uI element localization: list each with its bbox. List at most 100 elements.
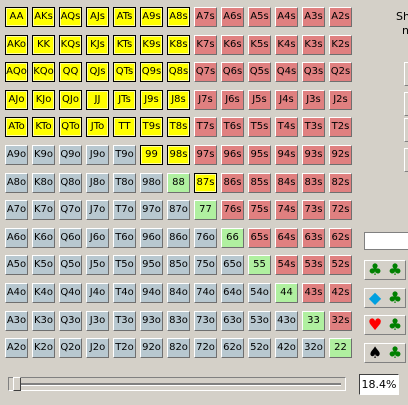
hand-cell[interactable]: Q8o (59, 173, 82, 193)
hand-cell[interactable]: A9o (5, 145, 28, 165)
hand-cell[interactable]: 54s (275, 255, 298, 275)
hand-cell[interactable]: Q5o (59, 255, 82, 275)
hand-cell[interactable]: T2o (113, 338, 136, 358)
hand-cell[interactable]: J4o (86, 283, 109, 303)
hand-cell[interactable]: 84o (167, 283, 190, 303)
hand-cell[interactable]: JTo (86, 117, 109, 137)
hand-cell[interactable]: KQo (32, 62, 55, 82)
hand-cell[interactable]: J7o (86, 200, 109, 220)
side-button-3[interactable] (404, 118, 408, 142)
hand-cell[interactable]: K7o (32, 200, 55, 220)
hand-cell[interactable]: 96s (221, 145, 244, 165)
hand-cell[interactable]: J4s (275, 90, 298, 110)
hand-cell[interactable]: 52o (248, 338, 271, 358)
hand-cell[interactable]: J3s (302, 90, 325, 110)
hand-cell[interactable]: K5s (248, 35, 271, 55)
hand-cell[interactable]: 53s (302, 255, 325, 275)
hand-cell[interactable]: 93o (140, 311, 163, 331)
hand-cell[interactable]: 44 (275, 283, 298, 303)
range-slider[interactable] (8, 377, 346, 391)
hand-cell[interactable]: JTs (113, 90, 136, 110)
hand-cell[interactable]: T8s (167, 117, 190, 137)
hand-cell[interactable]: KK (32, 35, 55, 55)
hand-cell[interactable]: K2o (32, 338, 55, 358)
hand-cell[interactable]: 92o (140, 338, 163, 358)
hand-cell[interactable]: 22 (329, 338, 352, 358)
hand-cell[interactable]: Q3o (59, 311, 82, 331)
hand-cell[interactable]: 87s (194, 173, 217, 193)
hand-cell[interactable]: A3o (5, 311, 28, 331)
hand-cell[interactable]: 94s (275, 145, 298, 165)
hand-cell[interactable]: A6o (5, 228, 28, 248)
suit-combo-button[interactable]: ♠ ♣ (364, 342, 406, 363)
hand-cell[interactable]: 86s (221, 173, 244, 193)
hand-cell[interactable]: K5o (32, 255, 55, 275)
hand-cell[interactable]: 32o (302, 338, 325, 358)
hand-cell[interactable]: Q3s (302, 62, 325, 82)
hand-cell[interactable]: 65s (248, 228, 271, 248)
hand-cell[interactable]: 72o (194, 338, 217, 358)
hand-cell[interactable]: K9o (32, 145, 55, 165)
hand-cell[interactable]: Q4o (59, 283, 82, 303)
hand-cell[interactable]: J2s (329, 90, 352, 110)
hand-cell[interactable]: 85o (167, 255, 190, 275)
hand-cell[interactable]: J7s (194, 90, 217, 110)
hand-cell[interactable]: T4s (275, 117, 298, 137)
hand-cell[interactable]: J9s (140, 90, 163, 110)
hand-cell[interactable]: K3o (32, 311, 55, 331)
hand-cell[interactable]: J8o (86, 173, 109, 193)
hand-cell[interactable]: Q2s (329, 62, 352, 82)
hand-cell[interactable]: 74o (194, 283, 217, 303)
hand-cell[interactable]: T9o (113, 145, 136, 165)
hand-cell[interactable]: A5o (5, 255, 28, 275)
hand-cell[interactable]: 62o (221, 338, 244, 358)
hand-cell[interactable]: J3o (86, 311, 109, 331)
hand-cell[interactable]: T4o (113, 283, 136, 303)
hand-cell[interactable]: 85s (248, 173, 271, 193)
hand-cell[interactable]: T6s (221, 117, 244, 137)
hand-cell[interactable]: AQs (59, 7, 82, 27)
hand-cell[interactable]: ATs (113, 7, 136, 27)
hand-cell[interactable]: KQs (59, 35, 82, 55)
hand-cell[interactable]: 42o (275, 338, 298, 358)
hand-cell[interactable]: AKs (32, 7, 55, 27)
hand-cell[interactable]: 97s (194, 145, 217, 165)
hand-cell[interactable]: A6s (221, 7, 244, 27)
hand-cell[interactable]: 88 (167, 173, 190, 193)
hand-cell[interactable]: ATo (5, 117, 28, 137)
hand-cell[interactable]: 97o (140, 200, 163, 220)
side-button-2[interactable] (404, 92, 408, 116)
hand-cell[interactable]: 63s (302, 228, 325, 248)
hand-cell[interactable]: KTo (32, 117, 55, 137)
hand-cell[interactable]: K9s (140, 35, 163, 55)
hand-cell[interactable]: Q9o (59, 145, 82, 165)
hand-cell[interactable]: 84s (275, 173, 298, 193)
hand-cell[interactable]: QTs (113, 62, 136, 82)
range-percent-field[interactable]: 18.4% (359, 374, 399, 395)
hand-cell[interactable]: Q2o (59, 338, 82, 358)
hand-cell[interactable]: A7s (194, 7, 217, 27)
hand-cell[interactable]: J5o (86, 255, 109, 275)
hand-cell[interactable]: 99 (140, 145, 163, 165)
hand-cell[interactable]: QTo (59, 117, 82, 137)
hand-cell[interactable]: 92s (329, 145, 352, 165)
hand-cell[interactable]: JJ (86, 90, 109, 110)
hand-cell[interactable]: 98o (140, 173, 163, 193)
hand-cell[interactable]: 72s (329, 200, 352, 220)
hand-cell[interactable]: 55 (248, 255, 271, 275)
hand-cell[interactable]: KJs (86, 35, 109, 55)
hand-cell[interactable]: 62s (329, 228, 352, 248)
suit-combo-button[interactable]: ◆ ♣ (364, 287, 406, 308)
hand-cell[interactable]: J6s (221, 90, 244, 110)
hand-cell[interactable]: 77 (194, 200, 217, 220)
hand-cell[interactable]: TT (113, 117, 136, 137)
hand-cell[interactable]: T7o (113, 200, 136, 220)
hand-cell[interactable]: Q8s (167, 62, 190, 82)
hand-cell[interactable]: K6o (32, 228, 55, 248)
hand-cell[interactable]: AQo (5, 62, 28, 82)
hand-cell[interactable]: T3o (113, 311, 136, 331)
hand-cell[interactable]: K8s (167, 35, 190, 55)
hand-cell[interactable]: 83s (302, 173, 325, 193)
hand-cell[interactable]: 54o (248, 283, 271, 303)
hand-cell[interactable]: K3s (302, 35, 325, 55)
